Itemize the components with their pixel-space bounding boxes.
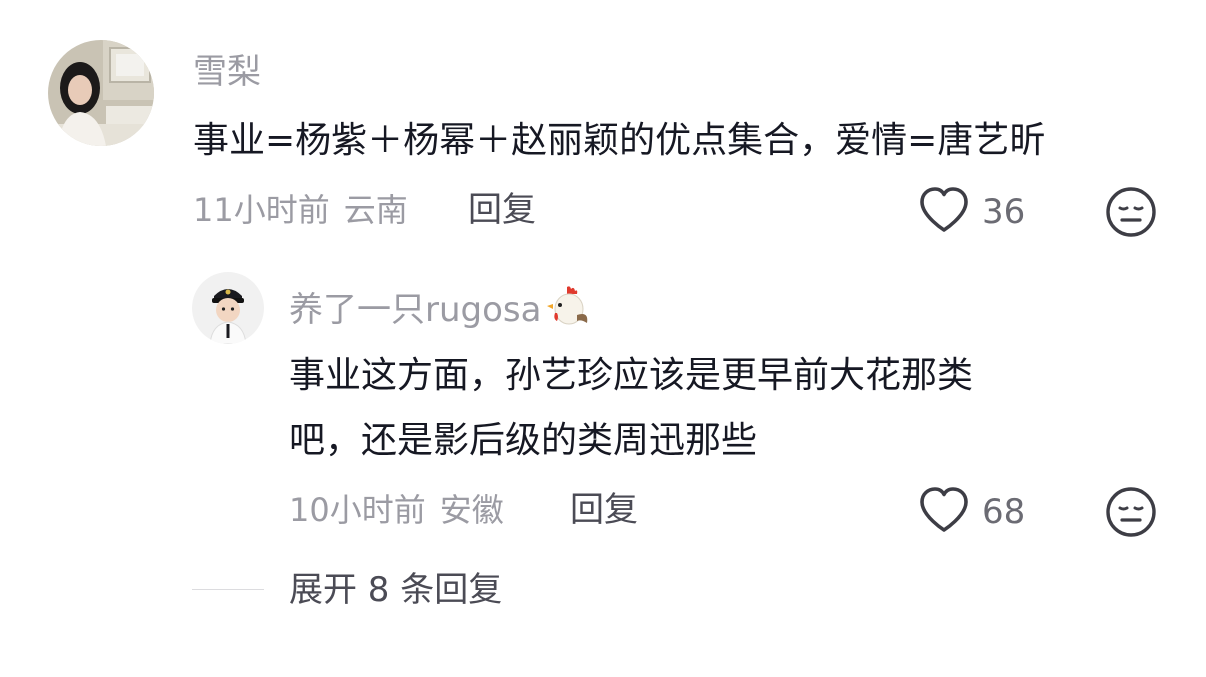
like-button[interactable]: 36 xyxy=(918,186,1025,238)
reply-meta: 10小时前 安徽 xyxy=(289,490,504,530)
expand-replies-button[interactable]: 展开 8 条回复 xyxy=(289,570,502,610)
neutral-face-icon xyxy=(1105,187,1157,242)
reply-text: 事业这方面，孙艺珍应该是更早前大花那类 吧，还是影后级的类周迅那些 xyxy=(289,343,973,473)
comment-time: 11小时前 xyxy=(193,191,330,229)
reply-username[interactable]: 养了一只rugosa xyxy=(289,285,591,338)
heart-outline-icon xyxy=(918,486,970,538)
heart-outline-icon xyxy=(918,186,970,238)
reply-like-button[interactable]: 68 xyxy=(918,486,1025,538)
comment-text: 事业=杨紫＋杨幂＋赵丽颖的优点集合，爱情=唐艺昕 xyxy=(193,120,1046,161)
comment-location: 云南 xyxy=(343,191,408,229)
reply-button[interactable]: 回复 xyxy=(468,190,536,230)
avatar[interactable] xyxy=(48,40,154,146)
reply-avatar[interactable] xyxy=(192,272,264,344)
reply-text-line2: 吧，还是影后级的类周迅那些 xyxy=(289,420,758,461)
reply-time: 10小时前 xyxy=(289,491,426,529)
comment-meta: 11小时前 云南 xyxy=(193,190,408,230)
neutral-face-icon xyxy=(1105,487,1157,542)
reply-dislike-button[interactable] xyxy=(1105,486,1157,542)
expand-divider xyxy=(192,589,264,590)
like-count: 36 xyxy=(982,192,1026,232)
dislike-button[interactable] xyxy=(1105,186,1157,242)
reply-username-text: 养了一只rugosa xyxy=(289,290,542,330)
reply-location: 安徽 xyxy=(439,491,504,529)
reply-reply-button[interactable]: 回复 xyxy=(570,490,638,530)
comment-username[interactable]: 雪梨 xyxy=(193,52,261,92)
reply-text-line1: 事业这方面，孙艺珍应该是更早前大花那类 xyxy=(289,355,974,396)
reply-like-count: 68 xyxy=(982,492,1026,532)
rooster-emoji-icon xyxy=(545,285,591,338)
